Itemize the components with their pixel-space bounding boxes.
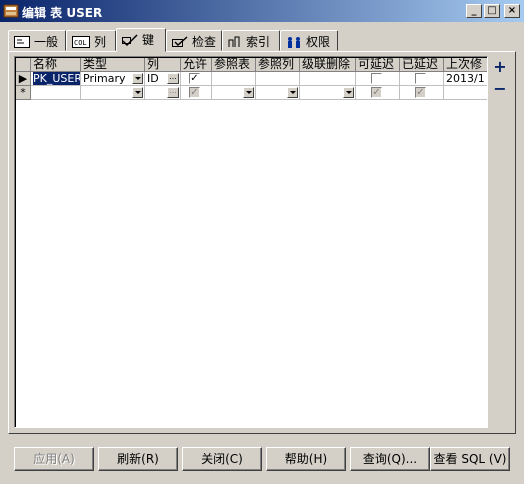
new-key-type-cell[interactable] [81,86,145,100]
remove-key-button[interactable]: − [493,81,507,97]
key-name-value: PK_USER [32,72,81,85]
new-key-deferred-cell: ✓ [400,86,444,100]
tab-keys-label: 键 [142,33,155,47]
apply-button[interactable]: 应用(A) [14,447,94,471]
new-key-allow-checkbox[interactable]: ✓ [189,87,200,98]
key-column-cell[interactable]: ID... [145,72,181,86]
close-button[interactable]: × [504,4,520,18]
key-name-cell[interactable]: PK_USER [31,72,81,86]
key-ref-table-cell[interactable] [212,72,256,86]
new-key-cascade-cell[interactable] [300,86,356,100]
col-header-deferrable[interactable]: 可延迟 [356,58,400,72]
key-cascade-cell[interactable] [300,72,356,86]
app-icon [3,4,19,18]
query-button[interactable]: 查询(Q)... [350,447,430,471]
col-header-ref-column[interactable]: 参照列 [256,58,300,72]
new-key-allow-cell: ✓ [181,86,212,100]
close-dialog-button[interactable]: 关闭(C) [182,447,262,471]
tab-permissions-label: 权限 [306,35,331,49]
key-allow-cell: ✓ [181,72,212,86]
keys-panel: 名称 类型 列 允许 参照表 参照列 级联删除 可延迟 已延迟 上次修 ▶ PK… [8,51,516,434]
key-deferrable-cell [356,72,400,86]
new-key-ref-column-cell[interactable] [256,86,300,100]
tab-permissions[interactable]: 权限 [280,30,338,51]
key-type-cell[interactable]: Primary [81,72,145,86]
col-header-deferred[interactable]: 已延迟 [400,58,444,72]
new-ref-table-dropdown-arrow[interactable] [243,87,254,98]
refresh-button[interactable]: 刷新(R) [98,447,178,471]
permission-icon [288,37,300,48]
key-ref-column-cell[interactable] [256,72,300,86]
key-column-value: ID [147,72,159,85]
new-key-deferrable-checkbox[interactable]: ✓ [371,87,382,98]
new-key-type-dropdown-arrow[interactable] [132,87,143,98]
window-title: 编辑 表 USER [22,6,103,20]
key-last-modified-value: 2013/1 [446,72,485,85]
tab-index-label: 索引 [246,35,271,49]
tab-keys[interactable]: 键 [116,28,166,52]
key-deferred-checkbox[interactable] [415,73,426,84]
key-icon [122,34,138,46]
tab-general[interactable]: 一般 [8,30,66,51]
svg-text:COL: COL [74,39,87,47]
key-type-value: Primary [83,72,126,85]
index-icon [228,36,240,47]
tab-check-label: 检查 [192,35,217,49]
col-header-ref-table[interactable]: 参照表 [212,58,256,72]
view-sql-button[interactable]: 查看 SQL (V) [430,447,510,471]
general-icon [14,36,30,48]
new-key-deferred-checkbox[interactable]: ✓ [415,87,426,98]
key-column-ellipsis-button[interactable]: ... [167,73,179,84]
col-header-column[interactable]: 列 [145,58,181,72]
tab-index[interactable]: 索引 [222,30,280,51]
col-header-allow[interactable]: 允许 [181,58,212,72]
col-header-cascade-delete[interactable]: 级联删除 [300,58,356,72]
maximize-button[interactable]: □ [484,4,500,18]
tab-columns-label: 列 [94,35,107,49]
key-deferred-cell [400,72,444,86]
key-type-dropdown-arrow[interactable] [132,73,143,84]
help-button[interactable]: 帮助(H) [266,447,346,471]
new-key-ref-table-cell[interactable] [212,86,256,100]
tab-general-label: 一般 [34,35,59,49]
add-key-button[interactable]: + [493,59,507,75]
row-selector-new[interactable]: * [16,86,31,100]
minimize-button[interactable]: _ [466,4,482,18]
keys-grid: 名称 类型 列 允许 参照表 参照列 级联删除 可延迟 已延迟 上次修 ▶ PK… [14,56,488,428]
column-icon: COL [72,36,90,48]
key-last-modified-cell: 2013/1 [444,72,487,86]
new-key-name-cell[interactable] [31,86,81,100]
key-allow-checkbox[interactable]: ✓ [189,73,200,84]
check-icon [172,36,188,47]
tab-check[interactable]: 检查 [166,30,222,51]
new-key-last-modified-cell [444,86,487,100]
col-header-name[interactable]: 名称 [31,58,81,72]
grid-corner [16,58,31,72]
new-cascade-dropdown-arrow[interactable] [343,87,354,98]
edit-table-window: 编辑 表 USER _ □ × 一般 COL 列 键 检查 索引 权限 名称 类… [0,0,524,484]
new-key-deferrable-cell: ✓ [356,86,400,100]
title-bar[interactable]: 编辑 表 USER _ □ × [0,0,524,22]
col-header-last-modified[interactable]: 上次修 [444,58,487,72]
new-ref-column-dropdown-arrow[interactable] [287,87,298,98]
tab-columns[interactable]: COL 列 [66,30,116,51]
row-selector-current[interactable]: ▶ [16,72,31,86]
key-deferrable-checkbox[interactable] [371,73,382,84]
new-key-column-ellipsis-button[interactable]: ... [167,87,179,98]
new-key-column-cell[interactable]: ... [145,86,181,100]
col-header-type[interactable]: 类型 [81,58,145,72]
